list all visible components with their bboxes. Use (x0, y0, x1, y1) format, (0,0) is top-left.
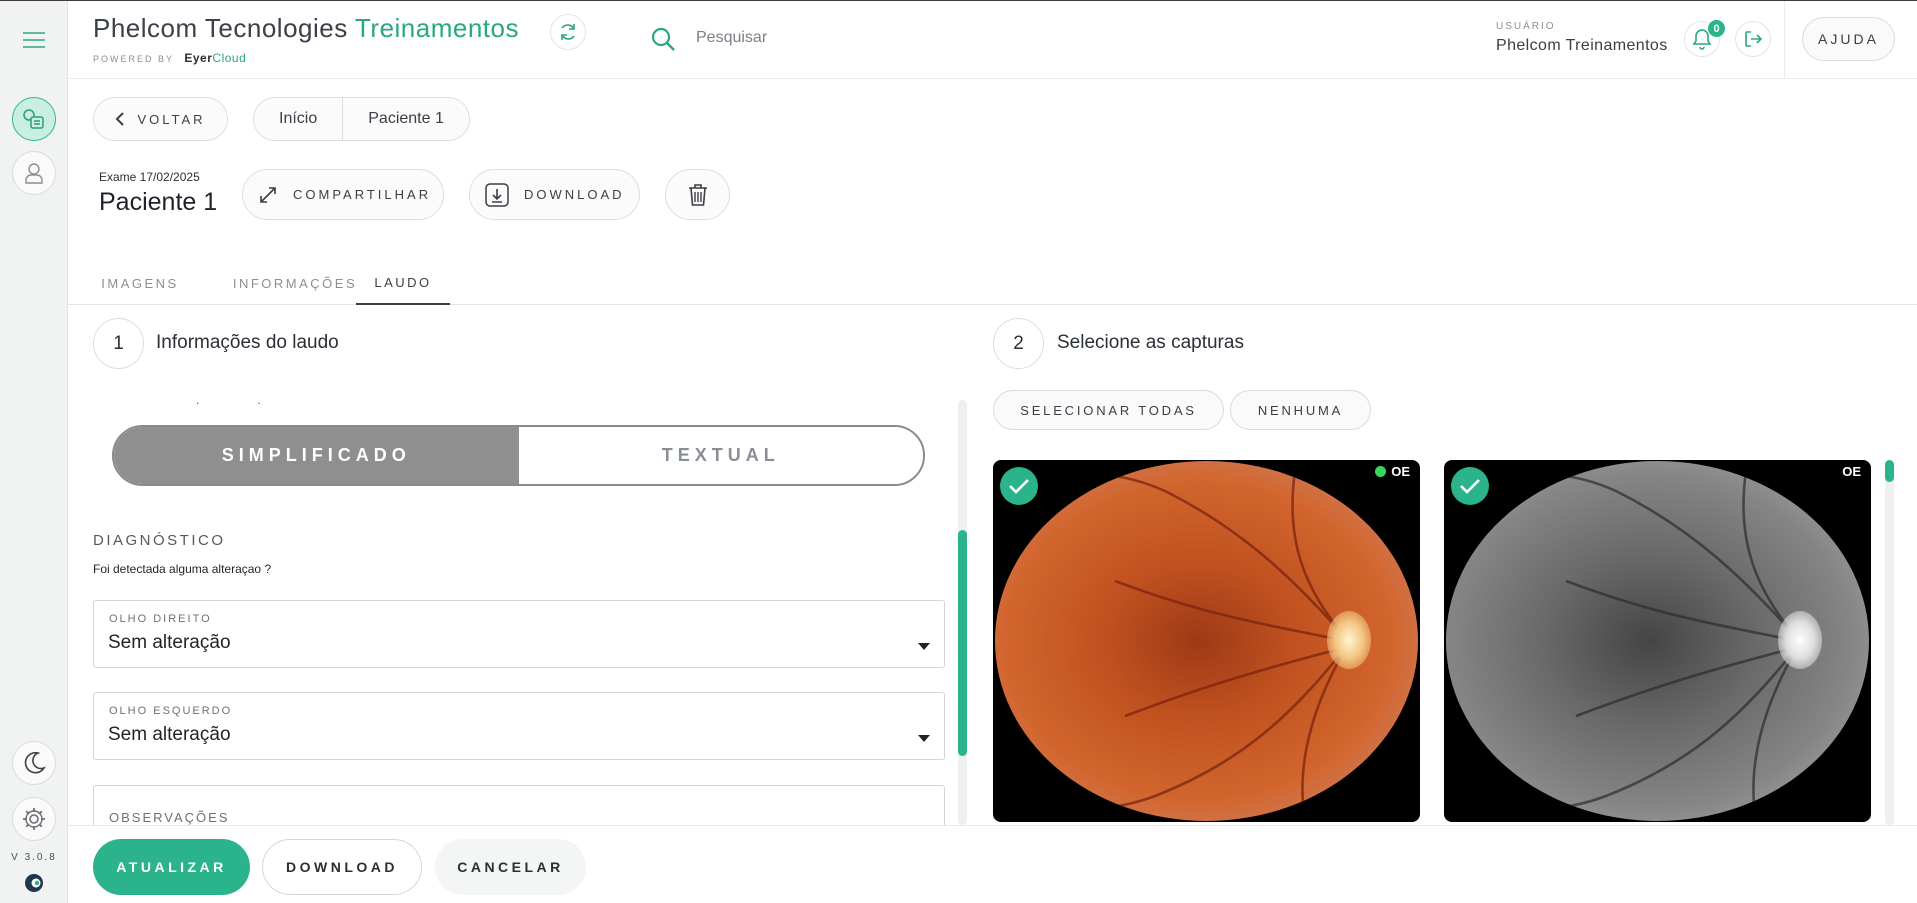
report-mode-toggle[interactable]: SIMPLIFICADO TEXTUAL (112, 425, 925, 486)
truncated-text-fragment: .. (196, 393, 319, 407)
share-label: COMPARTILHAR (293, 187, 432, 202)
moon-icon (24, 751, 46, 774)
step-number: 2 (993, 318, 1044, 369)
observations-field[interactable]: OBSERVAÇÕES (93, 785, 945, 825)
footer-actions: ATUALIZAR DOWNLOAD CANCELAR (68, 825, 1917, 903)
fundus-image-color (995, 461, 1418, 821)
breadcrumb: Início Paciente 1 (253, 97, 470, 141)
help-button[interactable]: AJUDA (1802, 17, 1895, 61)
dark-mode-toggle[interactable] (12, 741, 56, 785)
captures-scrollbar-thumb[interactable] (1885, 460, 1894, 482)
sidebar-item-exams[interactable] (12, 97, 56, 141)
optic-disc (1327, 611, 1371, 669)
refresh-icon (561, 24, 575, 40)
notification-count-badge: 0 (1708, 20, 1725, 37)
mode-option-textual[interactable]: TEXTUAL (518, 427, 923, 484)
observations-label: OBSERVAÇÕES (109, 810, 230, 825)
brand-name: Phelcom Tecnologies (93, 13, 348, 43)
trash-icon (688, 183, 707, 206)
exam-list-icon (23, 109, 44, 129)
tab-images[interactable]: IMAGENS (92, 262, 188, 305)
left-eye-value: Sem alteração (108, 724, 231, 745)
diagnosis-question: Foi detectada alguma alteraçao ? (93, 562, 272, 576)
page-title: Paciente 1 (99, 188, 218, 216)
selected-check-icon[interactable] (1000, 467, 1038, 505)
right-eye-select[interactable]: OLHO DIREITO Sem alteração (93, 600, 945, 668)
optic-disc (1778, 611, 1822, 669)
download-exam-button[interactable]: DOWNLOAD (469, 169, 640, 220)
right-eye-value: Sem alteração (108, 632, 231, 653)
logout-button[interactable] (1735, 21, 1771, 57)
brand-accent: Treinamentos (355, 13, 519, 43)
delete-exam-button[interactable] (665, 169, 730, 220)
sidebar-item-patients[interactable] (12, 151, 56, 195)
exam-date: Exame 17/02/2025 (99, 170, 200, 184)
user-name[interactable]: Phelcom Treinamentos (1496, 37, 1668, 55)
tab-report[interactable]: LAUDO (356, 262, 450, 305)
search-input[interactable] (696, 23, 996, 53)
select-none-button[interactable]: NENHUMA (1230, 390, 1371, 430)
selected-check-icon[interactable] (1451, 467, 1489, 505)
mode-option-simplified[interactable]: SIMPLIFICADO (114, 427, 519, 484)
select-all-button[interactable]: SELECIONAR TODAS (993, 390, 1224, 430)
switch-clinic-button[interactable] (550, 14, 586, 50)
caret-down-icon (918, 643, 930, 650)
status-dot-icon (1375, 466, 1387, 477)
step-number: 1 (93, 318, 144, 369)
caret-down-icon (918, 735, 930, 742)
eye-side-label: OE (1391, 464, 1410, 479)
app-title: Phelcom Tecnologies Treinamentos (93, 13, 519, 44)
eyer-logo-icon (24, 873, 44, 898)
menu-icon[interactable] (12, 18, 56, 62)
eye-side-tag: OE (1375, 464, 1410, 479)
powered-by: POWERED BY EyerCloud (93, 51, 246, 65)
eyercloud-logo: EyerCloud (184, 51, 246, 65)
section-title-report-info: Informações do laudo (156, 332, 339, 353)
app-version: V 3.0.8 (11, 852, 57, 863)
share-button[interactable]: COMPARTILHAR (242, 169, 444, 220)
eyercloud-brand: Eyer (184, 51, 213, 65)
breadcrumb-home[interactable]: Início (254, 98, 342, 140)
captures-scrollbar-track[interactable] (1885, 460, 1894, 825)
tab-information[interactable]: INFORMAÇÕES (214, 262, 376, 305)
capture-card[interactable]: OE (993, 460, 1420, 822)
fundus-image-redfree (1446, 461, 1869, 821)
expand-arrows-icon (257, 184, 279, 206)
header-divider (1784, 1, 1785, 79)
section-title-captures: Selecione as capturas (1057, 332, 1244, 353)
eyercloud-brand-accent: Cloud (212, 51, 247, 65)
download-icon (484, 182, 510, 208)
report-scrollbar-thumb[interactable] (958, 530, 967, 756)
top-header: Phelcom Tecnologies Treinamentos POWERED… (68, 1, 1917, 79)
diagnosis-heading: DIAGNÓSTICO (93, 532, 226, 549)
back-label: VOLTAR (137, 111, 206, 127)
breadcrumb-patient[interactable]: Paciente 1 (342, 98, 469, 140)
download-report-button[interactable]: DOWNLOAD (262, 839, 422, 895)
settings-button[interactable] (12, 797, 56, 841)
back-button[interactable]: VOLTAR (93, 97, 228, 141)
logout-icon (1745, 31, 1763, 47)
right-eye-label: OLHO DIREITO (109, 613, 212, 625)
cancel-button[interactable]: CANCELAR (435, 839, 586, 895)
search-icon[interactable] (650, 26, 676, 57)
user-caption: USUÁRIO (1496, 21, 1556, 32)
download-label: DOWNLOAD (524, 187, 625, 202)
eye-side-tag: OE (1842, 464, 1861, 479)
gear-icon (23, 808, 45, 830)
left-eye-label: OLHO ESQUERDO (109, 705, 233, 717)
tab-bar: IMAGENS INFORMAÇÕES LAUDO (68, 262, 1917, 305)
left-eye-select[interactable]: OLHO ESQUERDO Sem alteração (93, 692, 945, 760)
update-button[interactable]: ATUALIZAR (93, 839, 250, 895)
sidebar: V 3.0.8 (0, 1, 68, 903)
user-icon (25, 163, 43, 184)
eye-side-label: OE (1842, 464, 1861, 479)
chevron-left-icon (116, 112, 125, 126)
powered-by-label: POWERED BY (93, 54, 174, 64)
capture-card[interactable]: OE (1444, 460, 1871, 822)
